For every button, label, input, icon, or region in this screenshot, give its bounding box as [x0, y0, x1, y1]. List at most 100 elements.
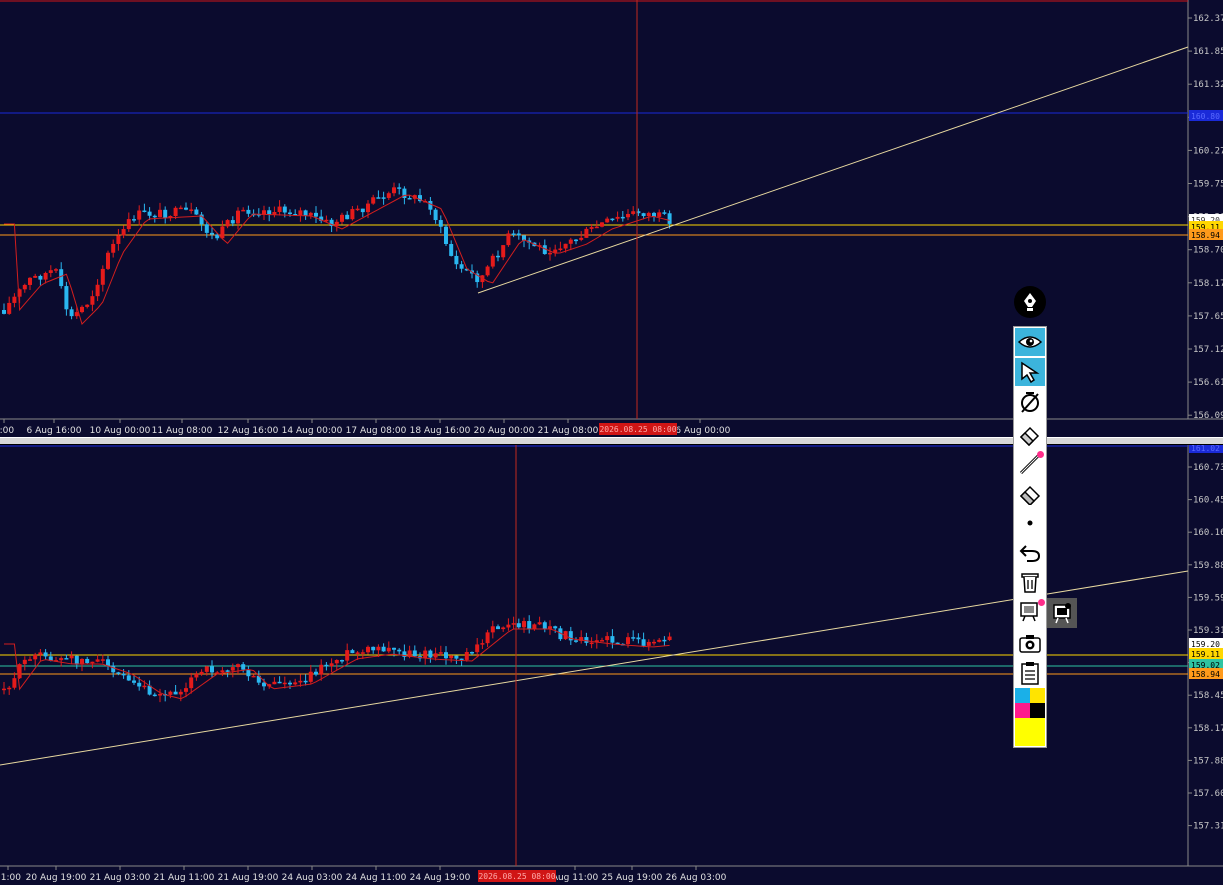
- cursor-icon: [1021, 361, 1040, 384]
- bull-candle: [667, 636, 672, 641]
- trendline: [0, 570, 1189, 766]
- price-tick-label: 158.17: [1193, 724, 1223, 734]
- color-swatch-black[interactable]: [1030, 703, 1045, 718]
- bull-candle: [568, 239, 573, 244]
- current-color-swatch[interactable]: [1015, 718, 1045, 746]
- bear-candle: [496, 255, 500, 258]
- bear-candle: [360, 208, 365, 213]
- clipboard-button[interactable]: [1015, 659, 1045, 687]
- price-tick-label: 161.32: [1193, 80, 1223, 90]
- eye-tool-button[interactable]: [1015, 328, 1045, 356]
- undo-icon: [1019, 545, 1041, 562]
- dot-icon: [1027, 520, 1033, 526]
- bear-candle: [152, 694, 157, 697]
- time-tick-label: 11:00: [0, 873, 21, 883]
- bull-candle: [334, 221, 339, 227]
- bear-candle: [225, 670, 230, 672]
- bull-candle: [475, 644, 480, 653]
- bull-candle: [38, 652, 43, 655]
- undo-button[interactable]: [1015, 539, 1045, 567]
- bull-candle: [43, 272, 48, 280]
- pen-tool-button[interactable]: [1014, 286, 1046, 318]
- bear-candle: [282, 206, 287, 213]
- bull-candle: [236, 210, 240, 224]
- bull-candle: [490, 255, 495, 267]
- bull-candle: [594, 226, 599, 229]
- bull-candle: [126, 219, 131, 230]
- bear-candle: [163, 209, 168, 219]
- price-tick-label: 159.75: [1193, 180, 1223, 190]
- time-tick-label: 14 Aug 00:00: [282, 426, 343, 436]
- price-tick-label: 157.12: [1193, 345, 1223, 355]
- bull-candle: [48, 270, 53, 273]
- bull-candle: [485, 266, 490, 276]
- price-tick-label: 160.27: [1193, 146, 1223, 156]
- trash-icon: [1021, 573, 1039, 593]
- bear-candle: [610, 636, 615, 643]
- delete-all-button[interactable]: [1015, 568, 1045, 596]
- pencil-eraser-tool-button[interactable]: [1015, 420, 1045, 448]
- bull-candle: [532, 624, 537, 629]
- bull-candle: [646, 641, 651, 646]
- bull-candle: [360, 652, 365, 654]
- bear-candle: [74, 655, 79, 665]
- price-tick-label: 160.45: [1193, 496, 1223, 506]
- bull-candle: [345, 650, 350, 661]
- bull-candle: [366, 646, 370, 653]
- drawing-toolbar: [1013, 326, 1047, 748]
- bull-candle: [438, 652, 443, 654]
- bull-candle: [464, 652, 469, 660]
- bull-candle: [293, 682, 298, 685]
- bull-candle: [184, 688, 188, 692]
- cursor-tool-button[interactable]: [1015, 358, 1045, 386]
- crosshair-time-label: 2026.08.25 08:00: [599, 425, 676, 434]
- bull-candle: [178, 207, 183, 210]
- bull-candle: [511, 623, 516, 625]
- bull-candle: [121, 229, 126, 236]
- orange-level-tag-label: 158.94: [1191, 231, 1220, 240]
- bear-candle: [64, 286, 69, 310]
- bear-candle: [132, 680, 136, 683]
- bear-candle: [350, 650, 355, 654]
- time-tick-label: 25 Aug 19:00: [602, 873, 663, 883]
- bull-candle: [7, 687, 12, 690]
- bull-candle: [28, 659, 32, 661]
- bull-candle: [158, 694, 162, 696]
- bear-candle: [194, 209, 199, 215]
- bull-candle: [308, 212, 313, 216]
- screen-tool-flyout[interactable]: [1047, 598, 1077, 628]
- color-swatch-magenta[interactable]: [1015, 703, 1030, 718]
- bull-candle: [95, 284, 100, 297]
- bear-candle: [121, 673, 126, 676]
- screenshot-button[interactable]: [1015, 629, 1045, 657]
- bear-candle: [511, 233, 516, 235]
- bear-candle: [574, 239, 578, 242]
- bull-candle: [579, 237, 584, 240]
- bull-candle: [220, 226, 225, 239]
- eraser-tool-button[interactable]: [1015, 479, 1045, 507]
- bear-candle: [204, 224, 209, 233]
- bull-candle: [168, 691, 173, 695]
- time-tick-label: 18 Aug 16:00: [410, 426, 471, 436]
- price-tick-label: 157.88: [1193, 756, 1223, 766]
- bear-candle: [496, 626, 500, 630]
- bull-candle: [501, 245, 506, 258]
- crosshair-time-label: 2026.08.25 08:00: [478, 872, 555, 881]
- bull-candle: [506, 624, 511, 628]
- bear-candle: [662, 639, 667, 642]
- magnet-off-tool-button[interactable]: [1015, 388, 1045, 416]
- bear-candle: [142, 210, 147, 213]
- bear-candle: [428, 650, 433, 658]
- bull-candle: [350, 209, 355, 220]
- bear-candle: [64, 658, 69, 660]
- color-swatch-yellow[interactable]: [1030, 688, 1045, 703]
- bear-candle: [111, 665, 116, 673]
- bull-candle: [111, 243, 116, 253]
- bear-candle: [340, 660, 344, 662]
- bull-candle: [106, 252, 110, 269]
- dot-size-button[interactable]: [1015, 509, 1045, 537]
- bull-candle: [251, 675, 256, 678]
- price-tick-label: 159.88: [1193, 561, 1223, 571]
- color-swatch-cyan[interactable]: [1015, 688, 1030, 703]
- price-tick-label: 157.31: [1193, 822, 1223, 832]
